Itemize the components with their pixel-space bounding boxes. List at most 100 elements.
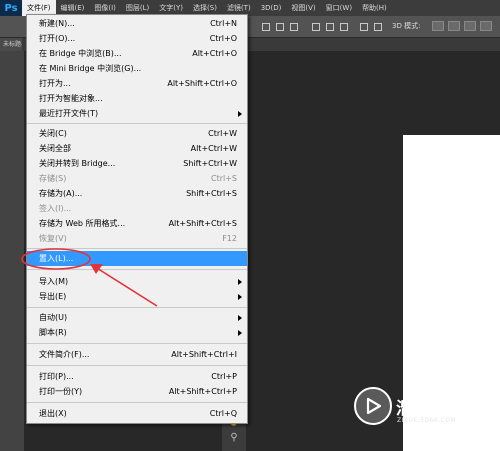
menu-item-browse-mini-bridge[interactable]: 在 Mini Bridge 中浏览(G)... <box>27 61 247 76</box>
menu-item-shortcut: Shift+Ctrl+W <box>183 159 237 168</box>
align-middle-icon[interactable] <box>276 23 284 31</box>
menu-item-label: 退出(X) <box>39 409 67 418</box>
menu-item-new[interactable]: 新建(N)... Ctrl+N <box>27 16 247 31</box>
menu-help[interactable]: 帮助(H) <box>357 0 392 16</box>
menu-item-automate[interactable]: 自动(U) <box>27 310 247 325</box>
menu-item-save[interactable]: 存储(S) Ctrl+S <box>27 171 247 186</box>
menu-item-label: 打印一份(Y) <box>39 387 83 396</box>
3d-pan-icon[interactable] <box>464 21 476 31</box>
menu-item-shortcut: Alt+Shift+Ctrl+O <box>167 79 237 88</box>
menu-item-exit[interactable]: 退出(X) Ctrl+Q <box>27 406 247 421</box>
file-menu-dropdown: 新建(N)... Ctrl+N 打开(O)... Ctrl+O 在 Bridge 中… <box>26 14 248 424</box>
menu-item-check-in[interactable]: 签入(I)... <box>27 201 247 216</box>
menu-item-recent-files[interactable]: 最近打开文件(T) <box>27 106 247 121</box>
menu-item-import[interactable]: 导入(M) <box>27 274 247 289</box>
3d-slide-icon[interactable] <box>480 21 492 31</box>
submenu-arrow-icon <box>238 279 242 285</box>
menu-item-shortcut: Alt+Shift+Ctrl+P <box>168 387 237 396</box>
submenu-arrow-icon <box>238 294 242 300</box>
menu-item-label: 签入(I)... <box>39 204 72 213</box>
menu-item-shortcut: F12 <box>222 234 237 243</box>
menu-item-shortcut: Alt+Ctrl+O <box>192 49 237 58</box>
menu-separator <box>27 365 247 366</box>
distribute-left-icon[interactable] <box>360 23 368 31</box>
menu-item-label: 恢复(V) <box>39 234 67 243</box>
menu-3d[interactable]: 3D(D) <box>256 0 287 16</box>
align-top-icon[interactable] <box>262 23 270 31</box>
distribute-right-icon[interactable] <box>374 23 382 31</box>
menu-item-open-smart-object[interactable]: 打开为智能对象... <box>27 91 247 106</box>
menu-separator <box>27 269 247 270</box>
menu-item-label: 置入(L)... <box>39 254 74 263</box>
menu-item-label: 最近打开文件(T) <box>39 109 99 118</box>
menu-item-print-one-copy[interactable]: 打印一份(Y) Alt+Shift+Ctrl+P <box>27 384 247 399</box>
menu-item-label: 关闭(C) <box>39 129 67 138</box>
menu-item-label: 打印(P)... <box>39 372 74 381</box>
menu-item-shortcut: Shift+Ctrl+S <box>186 189 237 198</box>
photoshop-window: Ps 文件(F) 编辑(E) 图像(I) 图层(L) 文字(Y) 选择(S) 滤… <box>0 0 500 451</box>
menu-separator <box>27 307 247 308</box>
submenu-arrow-icon <box>238 330 242 336</box>
app-logo: Ps <box>0 0 22 16</box>
menu-item-place[interactable]: 置入(L)... <box>27 251 247 266</box>
3d-rotate-icon[interactable] <box>432 21 444 31</box>
menu-item-export[interactable]: 导出(E) <box>27 289 247 304</box>
menu-item-label: 自动(U) <box>39 313 68 322</box>
menu-item-label: 存储(S) <box>39 174 67 183</box>
menu-window[interactable]: 窗口(W) <box>321 0 357 16</box>
menu-item-label: 脚本(R) <box>39 328 67 337</box>
menu-separator <box>27 402 247 403</box>
menu-item-shortcut: Alt+Ctrl+W <box>190 144 237 153</box>
menu-item-open-as[interactable]: 打开为... Alt+Shift+Ctrl+O <box>27 76 247 91</box>
menu-item-shortcut: Ctrl+N <box>210 19 237 28</box>
menu-item-save-for-web[interactable]: 存储为 Web 所用格式... Alt+Shift+Ctrl+S <box>27 216 247 231</box>
menu-item-open[interactable]: 打开(O)... Ctrl+O <box>27 31 247 46</box>
3d-roll-icon[interactable] <box>448 21 460 31</box>
menu-view[interactable]: 视图(V) <box>286 0 320 16</box>
menu-item-label: 打开为智能对象... <box>39 94 103 103</box>
watermark-logo <box>354 387 392 425</box>
3d-mode-label: 3D 模式: <box>392 22 421 30</box>
menu-item-label: 在 Mini Bridge 中浏览(G)... <box>39 64 142 73</box>
menu-item-close[interactable]: 关闭(C) Ctrl+W <box>27 126 247 141</box>
align-bottom-icon[interactable] <box>290 23 298 31</box>
menu-item-shortcut: Ctrl+P <box>211 372 237 381</box>
menu-item-shortcut: Alt+Shift+Ctrl+I <box>171 350 237 359</box>
menu-item-label: 存储为 Web 所用格式... <box>39 219 126 228</box>
menu-item-close-go-bridge[interactable]: 关闭并转到 Bridge... Shift+Ctrl+W <box>27 156 247 171</box>
menu-item-label: 打开为... <box>39 79 71 88</box>
menu-item-label: 存储为(A)... <box>39 189 83 198</box>
watermark-url: ZIXUE.3D66.COM <box>397 417 457 424</box>
menu-separator <box>27 123 247 124</box>
tools-panel <box>0 51 24 451</box>
menu-separator <box>27 248 247 249</box>
distribute-bottom-icon[interactable] <box>340 23 348 31</box>
menu-item-label: 文件简介(F)... <box>39 350 90 359</box>
menu-item-scripts[interactable]: 脚本(R) <box>27 325 247 340</box>
menu-item-shortcut: Ctrl+O <box>209 34 237 43</box>
menu-item-save-as[interactable]: 存储为(A)... Shift+Ctrl+S <box>27 186 247 201</box>
zoom-icon[interactable]: ⚲ <box>228 432 240 444</box>
menu-item-label: 打开(O)... <box>39 34 76 43</box>
menu-item-label: 在 Bridge 中浏览(B)... <box>39 49 122 58</box>
play-icon <box>366 397 382 415</box>
distribute-middle-icon[interactable] <box>326 23 334 31</box>
menu-item-revert[interactable]: 恢复(V) F12 <box>27 231 247 246</box>
menu-item-shortcut: Ctrl+Q <box>209 409 237 418</box>
menu-item-close-all[interactable]: 关闭全部 Alt+Ctrl+W <box>27 141 247 156</box>
submenu-arrow-icon <box>238 111 242 117</box>
menu-separator <box>27 343 247 344</box>
menu-item-print[interactable]: 打印(P)... Ctrl+P <box>27 369 247 384</box>
distribute-top-icon[interactable] <box>312 23 320 31</box>
document-tab[interactable]: 未标题-1 <box>0 38 22 51</box>
menu-item-shortcut: Ctrl+S <box>210 174 237 183</box>
watermark-title: 溜溜自学 <box>396 399 468 419</box>
menu-item-shortcut: Alt+Shift+Ctrl+S <box>168 219 237 228</box>
menu-item-label: 新建(N)... <box>39 19 75 28</box>
menu-item-file-info[interactable]: 文件简介(F)... Alt+Shift+Ctrl+I <box>27 347 247 362</box>
menu-item-label: 关闭全部 <box>39 144 71 153</box>
menu-item-shortcut: Ctrl+W <box>208 129 237 138</box>
menu-item-browse-bridge[interactable]: 在 Bridge 中浏览(B)... Alt+Ctrl+O <box>27 46 247 61</box>
menu-item-label: 导出(E) <box>39 292 67 301</box>
submenu-arrow-icon <box>238 315 242 321</box>
